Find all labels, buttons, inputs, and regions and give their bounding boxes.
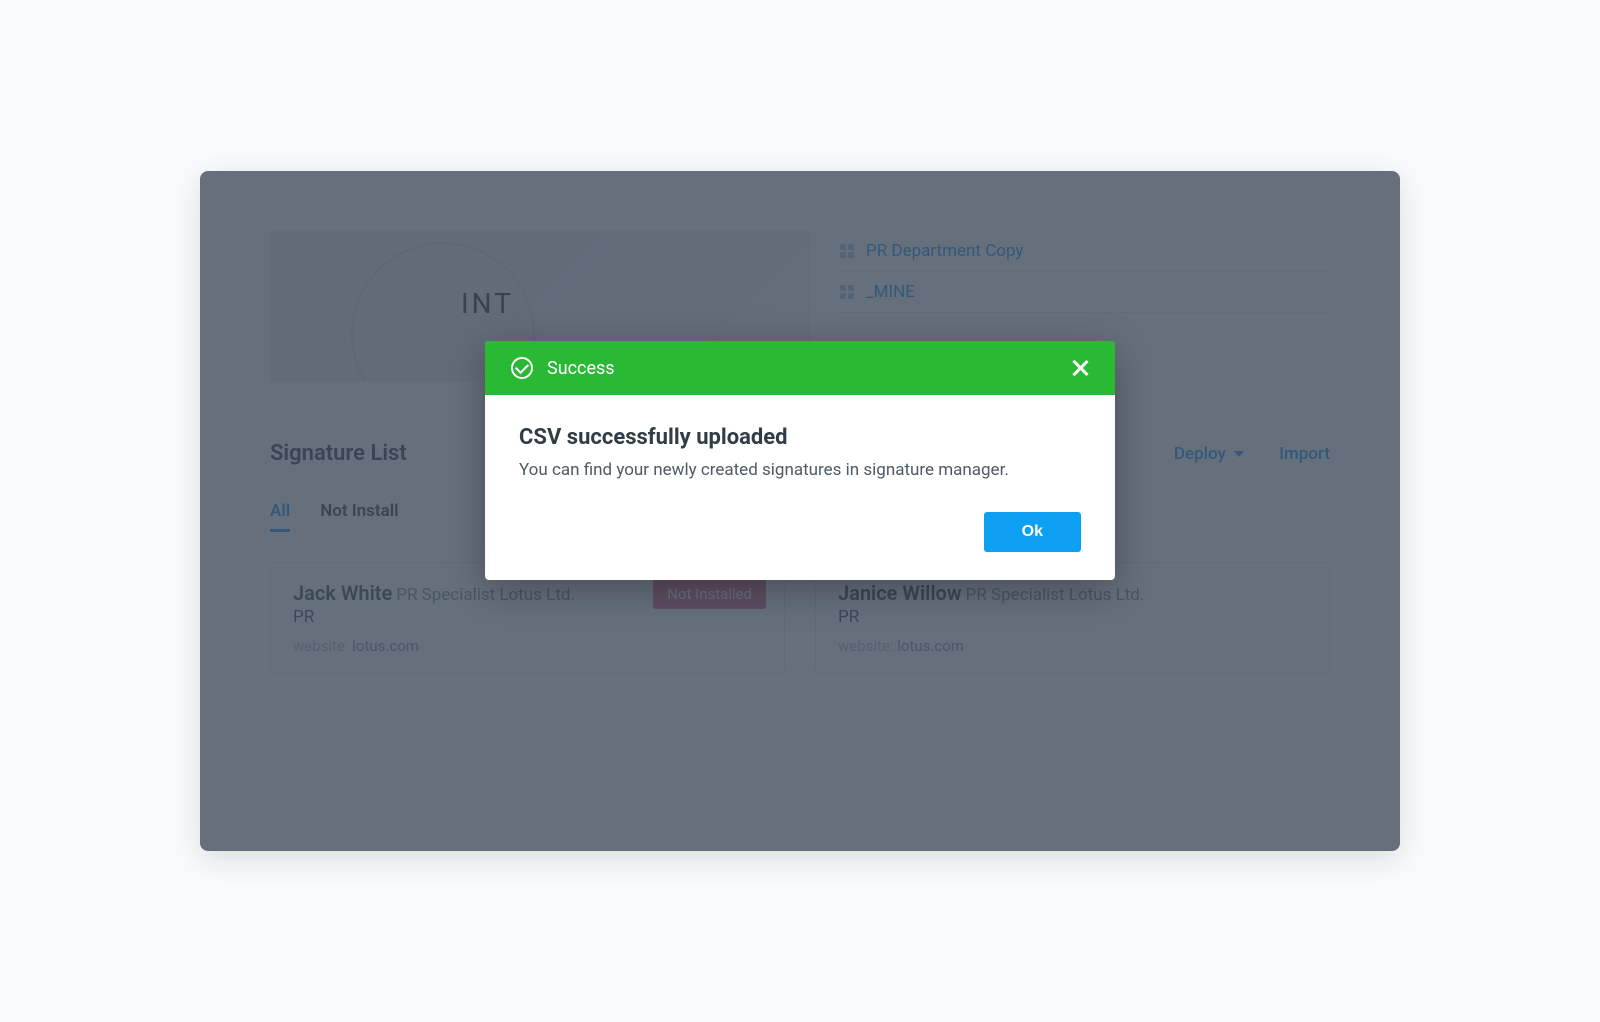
app-frame: INT PR Department Copy _MINE Signature L… [200,171,1400,851]
modal-heading: CSV successfully uploaded [519,425,1081,450]
close-icon[interactable] [1071,359,1089,377]
success-modal: Success CSV successfully uploaded You ca… [485,341,1115,580]
modal-text: You can find your newly created signatur… [519,458,1081,484]
modal-footer: Ok [485,512,1115,580]
ok-button[interactable]: Ok [984,512,1081,552]
modal-body: CSV successfully uploaded You can find y… [485,395,1115,512]
modal-header-title: Success [547,358,615,379]
modal-header: Success [485,341,1115,395]
modal-overlay: Success CSV successfully uploaded You ca… [200,171,1400,851]
check-circle-icon [511,357,533,379]
